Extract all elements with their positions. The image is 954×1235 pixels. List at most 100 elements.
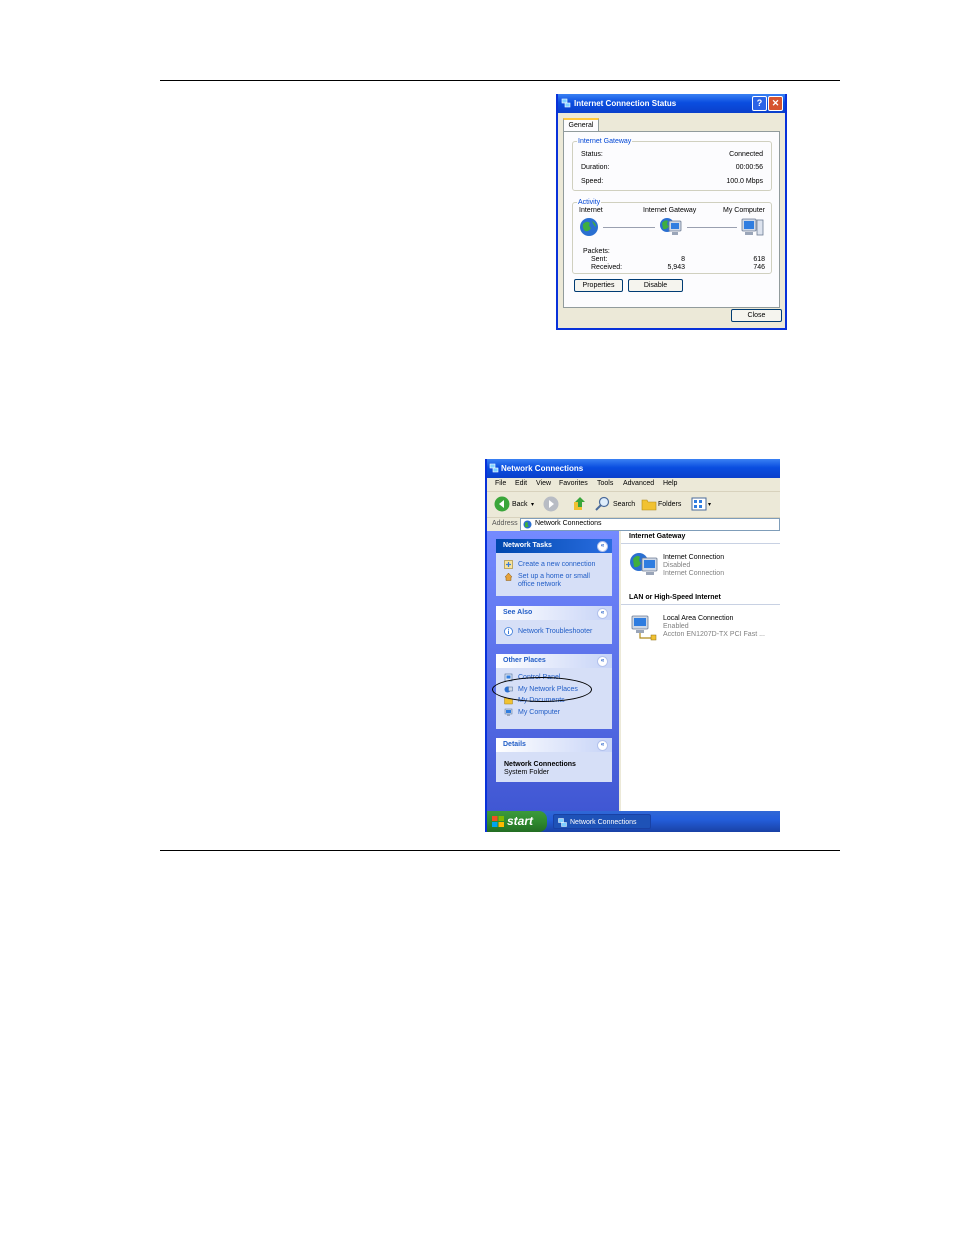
status-label: Status:	[581, 151, 603, 158]
start-label: start	[507, 814, 534, 828]
gateway-legend: Internet Gateway	[577, 137, 633, 146]
views-dropdown-icon[interactable]: ▾	[708, 501, 711, 508]
details-title: Details	[503, 741, 526, 748]
globe-icon	[580, 218, 598, 236]
network-tasks-panel: Network Tasks « Create a new connection …	[496, 539, 612, 596]
back-dropdown-icon[interactable]: ▾	[531, 501, 534, 508]
lan-connection-status: Enabled	[663, 623, 689, 630]
internet-connection-item[interactable]: Internet Connection Disabled Internet Co…	[621, 547, 780, 581]
status-value: Connected	[729, 151, 763, 158]
status-row: Status: Connected	[581, 150, 763, 159]
create-new-connection-link[interactable]: Create a new connection	[518, 561, 595, 569]
duration-label: Duration:	[581, 164, 610, 171]
local-area-connection-item[interactable]: Local Area Connection Enabled Accton EN1…	[621, 609, 780, 643]
node-computer-label: My Computer	[722, 207, 765, 214]
general-tab-panel: Internet Gateway Status: Connected Durat…	[563, 131, 780, 308]
network-connections-icon	[558, 818, 567, 827]
my-computer-icon	[504, 708, 513, 716]
address-field[interactable]: Network Connections	[520, 518, 780, 531]
menu-edit[interactable]: Edit	[515, 480, 527, 487]
internet-gateway-icon	[630, 553, 658, 575]
search-button[interactable]: Search	[613, 501, 635, 508]
duration-row: Duration: 00:00:56	[581, 163, 763, 172]
other-places-header[interactable]: Other Places «	[496, 654, 612, 668]
window-title: Network Connections	[501, 464, 584, 473]
search-icon[interactable]	[595, 496, 611, 512]
gateway-group: Internet Gateway Status: Connected Durat…	[572, 137, 772, 191]
speed-value: 100.0 Mbps	[726, 178, 763, 185]
received-computer-value: 746	[753, 264, 765, 271]
toolbar: Back ▾ Search Folders ▾	[487, 492, 780, 518]
start-button[interactable]: start	[487, 811, 547, 832]
back-arrow-icon[interactable]	[494, 496, 510, 512]
lan-connection-icon	[631, 615, 657, 641]
activity-group: Activity Internet Internet Gateway My Co…	[572, 198, 772, 274]
tab-general[interactable]: General	[563, 118, 599, 132]
back-button[interactable]: Back	[512, 501, 528, 508]
menu-favorites[interactable]: Favorites	[559, 480, 588, 487]
menu-file[interactable]: File	[495, 480, 506, 487]
up-folder-icon[interactable]	[573, 496, 587, 512]
top-rule	[160, 80, 840, 81]
help-info-icon	[504, 627, 513, 636]
home-network-icon	[504, 572, 513, 581]
see-also-panel: See Also « Network Troubleshooter	[496, 606, 612, 644]
details-type: System Folder	[504, 769, 550, 776]
gateway-section-header: Internet Gateway	[629, 533, 686, 540]
help-button[interactable]: ?	[752, 96, 767, 111]
taskbar-network-connections-button[interactable]: Network Connections	[553, 814, 651, 829]
duration-value: 00:00:56	[735, 164, 763, 171]
views-icon[interactable]	[691, 497, 707, 511]
lan-connection-name: Local Area Connection	[663, 615, 734, 622]
see-also-header[interactable]: See Also «	[496, 606, 612, 620]
collapse-chevron-icon[interactable]: «	[597, 656, 608, 667]
gateway-connection-name: Internet Connection	[663, 554, 725, 561]
new-connection-icon	[504, 560, 513, 569]
home-network-link-line2[interactable]: office network	[518, 581, 561, 589]
close-icon[interactable]: ✕	[768, 96, 783, 111]
received-label: Received:	[591, 264, 623, 271]
speed-label: Speed:	[581, 178, 604, 185]
see-also-title: See Also	[503, 609, 533, 616]
node-gateway-label: Internet Gateway	[643, 207, 697, 214]
folders-icon[interactable]	[641, 497, 657, 511]
menu-view[interactable]: View	[536, 480, 551, 487]
folders-button[interactable]: Folders	[658, 501, 681, 508]
collapse-chevron-icon[interactable]: «	[597, 608, 608, 619]
address-label: Address	[492, 520, 518, 527]
gateway-connection-type: Internet Connection	[663, 570, 725, 577]
disable-button[interactable]: Disable	[628, 279, 683, 292]
collapse-chevron-icon[interactable]: «	[597, 541, 608, 552]
network-connection-icon	[561, 98, 571, 108]
menu-help[interactable]: Help	[663, 480, 677, 487]
menu-tools[interactable]: Tools	[597, 480, 613, 487]
details-panel: Details « Network Connections System Fol…	[496, 738, 612, 782]
properties-button[interactable]: Properties	[574, 279, 623, 292]
node-internet-label: Internet	[579, 207, 603, 214]
address-value: Network Connections	[535, 520, 602, 527]
my-computer-link[interactable]: My Computer	[518, 709, 560, 717]
internet-connection-status-dialog: Internet Connection Status ? ✕ General I…	[556, 94, 787, 330]
close-button[interactable]: Close	[731, 309, 782, 322]
network-connections-icon	[523, 520, 532, 529]
highlight-ellipse	[492, 677, 592, 702]
gateway-connection-status: Disabled	[663, 562, 691, 569]
network-tasks-header[interactable]: Network Tasks «	[496, 539, 612, 553]
window-title-bar[interactable]: Network Connections	[487, 459, 780, 478]
taskbar: start Network Connections	[487, 811, 780, 832]
details-header[interactable]: Details «	[496, 738, 612, 752]
gateway-computer-icon	[660, 218, 682, 235]
windows-logo-icon	[492, 816, 504, 827]
dialog-title: Internet Connection Status	[574, 99, 677, 108]
lan-section-header: LAN or High-Speed Internet	[629, 594, 721, 601]
forward-arrow-icon[interactable]	[543, 496, 559, 512]
connections-list: Internet Gateway Internet Connection Dis…	[621, 531, 780, 811]
received-internet-value: 5,943	[667, 264, 685, 271]
network-tasks-title: Network Tasks	[503, 542, 552, 549]
menu-advanced[interactable]: Advanced	[623, 480, 654, 487]
lan-connection-device: Accton EN1207D-TX PCI Fast ...	[663, 631, 765, 638]
dialog-title-bar[interactable]: Internet Connection Status ? ✕	[558, 94, 785, 113]
home-network-link-line1[interactable]: Set up a home or small	[518, 573, 590, 581]
network-troubleshooter-link[interactable]: Network Troubleshooter	[518, 628, 592, 636]
collapse-chevron-icon[interactable]: «	[597, 740, 608, 751]
